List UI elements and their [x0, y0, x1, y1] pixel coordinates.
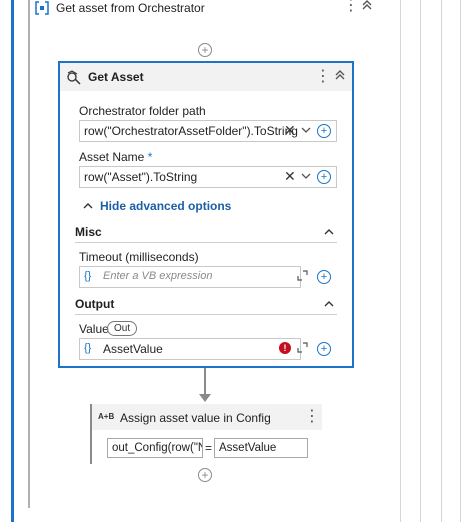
assign-icon: A+B	[98, 412, 115, 421]
expression-braces-icon: {}	[84, 270, 92, 282]
get-asset-title: Get Asset	[88, 70, 144, 84]
get-asset-activity-card[interactable]: Get Asset ⋮ Orchestrator folder path row…	[58, 61, 354, 368]
guide-line	[400, 0, 401, 522]
out-direction-badge: Out	[107, 321, 138, 336]
guide-line	[460, 0, 461, 522]
more-vertical-icon[interactable]: ⋮	[343, 0, 359, 15]
assign-left-value: out_Config(row("N	[112, 442, 203, 454]
asset-name-value: row("Asset").ToString	[84, 170, 198, 184]
chevron-double-up-icon[interactable]	[334, 69, 346, 84]
assign-header[interactable]: A+B Assign asset value in Config ⋮	[92, 404, 322, 430]
assign-left-input[interactable]: out_Config(row("N	[107, 438, 203, 458]
flow-connector	[204, 368, 206, 396]
add-activity-plus-icon[interactable]: +	[198, 43, 212, 57]
assign-title: Assign asset value in Config	[120, 411, 271, 425]
expand-editor-icon[interactable]	[297, 342, 308, 356]
chevron-down-icon[interactable]	[301, 125, 311, 138]
equals-sign: =	[205, 441, 213, 455]
error-icon[interactable]: !	[279, 342, 291, 354]
value-label: Value	[79, 322, 109, 336]
add-variable-plus-icon[interactable]: +	[317, 170, 331, 184]
arrow-down-icon	[199, 394, 211, 402]
sequence-title: Get asset from Orchestrator	[56, 1, 205, 15]
asset-key-icon	[66, 69, 82, 85]
sequence-header[interactable]: Get asset from Orchestrator ⋮	[30, 0, 382, 20]
clear-icon[interactable]: ✕	[284, 168, 296, 185]
more-vertical-icon[interactable]: ⋮	[304, 406, 320, 426]
sequence-border	[28, 0, 30, 508]
value-output-text: AssetValue	[103, 342, 163, 356]
divider	[75, 242, 337, 243]
chevron-up-icon[interactable]	[324, 298, 334, 312]
assign-right-value: AssetValue	[219, 442, 277, 454]
asset-name-label: Asset Name *	[79, 150, 153, 164]
add-variable-plus-icon[interactable]: +	[317, 124, 331, 138]
misc-section-title: Misc	[75, 225, 102, 239]
more-vertical-icon[interactable]: ⋮	[315, 66, 331, 86]
add-variable-plus-icon[interactable]: +	[317, 270, 331, 284]
folder-path-label: Orchestrator folder path	[79, 104, 206, 118]
sequence-icon	[35, 1, 49, 15]
timeout-placeholder: Enter a VB expression	[103, 270, 213, 282]
asset-name-input[interactable]: row("Asset").ToString	[79, 166, 337, 188]
output-section-title: Output	[75, 297, 115, 311]
chevron-up-icon[interactable]	[324, 226, 334, 240]
add-variable-plus-icon[interactable]: +	[317, 342, 331, 356]
assign-activity-card[interactable]: A+B Assign asset value in Config ⋮ out_C…	[90, 404, 322, 464]
outer-selection-border	[11, 0, 14, 522]
divider	[75, 314, 337, 315]
assign-right-input[interactable]: AssetValue	[214, 438, 308, 458]
add-activity-plus-icon[interactable]: +	[198, 468, 212, 482]
expression-braces-icon: {}	[84, 342, 92, 354]
chevron-down-icon[interactable]	[301, 171, 311, 184]
expand-editor-icon[interactable]	[297, 270, 308, 284]
required-asterisk: *	[147, 150, 153, 164]
folder-path-input[interactable]: row("OrchestratorAssetFolder").ToString	[79, 120, 337, 142]
chevron-up-icon[interactable]	[83, 200, 93, 214]
guide-line	[441, 0, 442, 522]
chevron-double-up-icon[interactable]	[361, 0, 373, 14]
guide-line	[420, 0, 421, 522]
clear-icon[interactable]: ✕	[284, 122, 296, 139]
hide-advanced-options-link[interactable]: Hide advanced options	[100, 199, 231, 213]
get-asset-header[interactable]: Get Asset ⋮	[60, 63, 352, 91]
folder-path-value: row("OrchestratorAssetFolder").ToString	[84, 124, 298, 138]
timeout-label: Timeout (milliseconds)	[79, 250, 199, 264]
